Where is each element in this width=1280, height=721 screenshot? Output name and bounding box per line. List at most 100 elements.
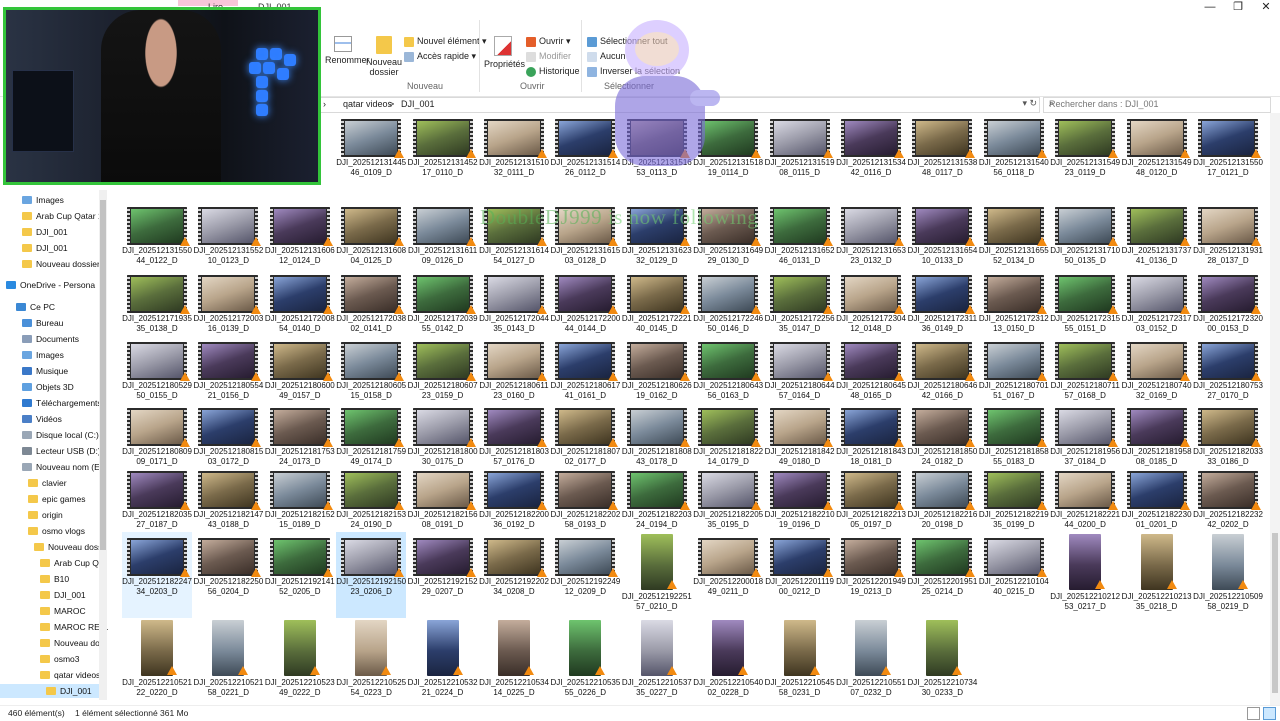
close-button[interactable]: ✕ [1252, 0, 1280, 14]
nav-item[interactable]: Arab Cup Qa [40, 556, 104, 570]
file-item[interactable]: DJI_20251221052554_0223_D [336, 618, 406, 706]
file-item[interactable]: DJI_20251221021335_0218_D [1122, 532, 1192, 620]
nav-item[interactable]: Téléchargements [22, 396, 102, 410]
edit-button[interactable]: Modifier [526, 51, 571, 62]
properties-button[interactable]: Propriétés [484, 36, 525, 69]
nav-item[interactable]: Images [22, 193, 64, 207]
nav-item[interactable]: Lecteur USB (D:) [22, 444, 101, 458]
nav-scrollbar-thumb[interactable] [100, 200, 106, 550]
vlc-icon [180, 237, 190, 246]
file-item[interactable]: DJI_20251221050958_0219_D [1193, 532, 1263, 620]
file-item[interactable]: DJI_20251213154948_0120_D [1122, 113, 1192, 199]
nav-scrollbar[interactable] [99, 190, 107, 700]
nav-item[interactable]: DJI_001 [22, 241, 68, 255]
file-item[interactable]: DJI_20251221052349_0222_D [265, 618, 335, 706]
nav-item[interactable]: DJI_001 [40, 588, 86, 602]
file-item[interactable]: DJI_20251213155017_0121_D [1193, 113, 1263, 199]
nav-item[interactable]: Bureau [22, 316, 63, 330]
nav-item[interactable]: epic games [28, 492, 85, 506]
file-item[interactable]: DJI_20251213151819_0114_D [693, 113, 763, 199]
nav-item[interactable]: MAROC REEL [40, 620, 108, 634]
nav-item[interactable]: DJI_001 [22, 225, 68, 239]
file-item[interactable]: DJI_20251213151032_0111_D [479, 113, 549, 199]
nav-item[interactable]: Nouveau dossi [34, 540, 104, 554]
nav-item[interactable]: Arab Cup Qatar 1 [22, 209, 103, 223]
file-item[interactable]: DJI_20251221053414_0225_D [479, 618, 549, 706]
file-item[interactable]: DJI_20251221052122_0220_D [122, 618, 192, 706]
nav-item[interactable]: Images [22, 348, 64, 362]
select-all-button[interactable]: Sélectionner tout [587, 36, 668, 47]
file-item[interactable]: DJI_20251213151426_0112_D [550, 113, 620, 199]
nav-item[interactable]: qatar videos [40, 668, 100, 682]
file-item[interactable]: DJI_20251219225157_0210_D [622, 532, 692, 620]
file-item[interactable]: DJI_20251221010440_0215_D [979, 532, 1049, 618]
breadcrumb-qatar-videos[interactable]: qatar videos [343, 99, 392, 109]
nav-item[interactable]: Musique [22, 364, 68, 378]
nav-item[interactable]: clavier [28, 476, 67, 490]
details-view-button[interactable] [1247, 707, 1260, 720]
nav-item[interactable]: Documents [22, 332, 79, 346]
file-item[interactable]: DJI_20251221053221_0224_D [408, 618, 478, 706]
nav-item[interactable]: B10 [40, 572, 69, 586]
file-item[interactable]: DJI_20251220195125_0214_D [907, 532, 977, 618]
address-bar[interactable]: › qatar videos > DJI_001 ▾ ↻ [300, 97, 1040, 113]
file-item[interactable]: DJI_20251221054558_0231_D [765, 618, 835, 706]
file-item[interactable]: DJI_20251213153442_0116_D [836, 113, 906, 199]
content-scrollbar[interactable] [1270, 113, 1280, 705]
nav-item[interactable]: Nouveau dos [40, 636, 104, 650]
file-item[interactable]: DJI_20251221053735_0227_D [622, 618, 692, 706]
maximize-button[interactable]: ❐ [1224, 0, 1252, 14]
file-item[interactable]: DJI_20251213153848_0117_D [907, 113, 977, 199]
open-button[interactable]: Ouvrir ▾ [526, 36, 571, 47]
nav-item[interactable]: OneDrive - Persona [6, 278, 95, 292]
nav-item[interactable]: Nouveau dossier ( [22, 257, 105, 271]
file-item[interactable]: DJI_20251219215023_0206_D [336, 532, 407, 618]
file-item[interactable]: DJI_20251220001849_0211_D [693, 532, 763, 618]
file-item[interactable]: DJI_20251213154923_0119_D [1050, 113, 1120, 199]
refresh-icon[interactable]: ▾ ↻ [1022, 98, 1037, 109]
file-item[interactable]: DJI_20251221054002_0228_D [693, 618, 763, 706]
nav-item[interactable]: osmo3 [40, 652, 80, 666]
nav-item[interactable]: Disque local (C:) [22, 428, 99, 442]
file-item[interactable]: DJI_20251213145217_0110_D [408, 113, 478, 199]
nav-item[interactable]: osmo vlogs [28, 524, 85, 538]
file-item[interactable]: DJI_20251213151653_0113_D [622, 113, 692, 199]
select-none-button[interactable]: Aucun [587, 51, 626, 62]
nav-item[interactable]: origin [28, 508, 63, 522]
file-item[interactable]: DJI_20251221052158_0221_D [193, 618, 263, 706]
file-item[interactable]: DJI_20251220111900_0212_D [765, 532, 835, 618]
file-item[interactable]: DJI_20251221021253_0217_D [1050, 532, 1120, 620]
video-frame [1202, 277, 1254, 311]
file-item[interactable]: DJI_20251219220234_0208_D [479, 532, 549, 618]
file-item[interactable]: DJI_20251219215229_0207_D [408, 532, 478, 618]
nav-item[interactable]: DJI_001 [0, 684, 100, 698]
file-item[interactable]: DJI_20251218224734_0203_D [122, 532, 192, 618]
file-item[interactable]: DJI_20251218225056_0204_D [193, 532, 263, 618]
file-item[interactable]: DJI_20251213144546_0109_D [336, 113, 406, 199]
new-folder-button[interactable]: Nouveau dossier [366, 36, 402, 77]
easy-access-button[interactable]: Accès rapide ▾ [404, 51, 476, 62]
file-item[interactable]: DJI_20251221053555_0226_D [550, 618, 620, 706]
nav-item[interactable]: Nouveau nom (E: [22, 460, 102, 474]
file-item[interactable]: DJI_20251221055107_0232_D [836, 618, 906, 706]
file-item[interactable]: DJI_20251213154056_0118_D [979, 113, 1049, 199]
nav-item[interactable]: Ce PC [16, 300, 55, 314]
nav-item[interactable]: Vidéos [22, 412, 62, 426]
large-icons-view-button[interactable] [1263, 707, 1276, 720]
minimize-button[interactable]: — [1196, 0, 1224, 14]
history-button[interactable]: Historique [526, 66, 580, 77]
nav-item[interactable]: Objets 3D [22, 380, 74, 394]
file-item[interactable]: DJI_20251219224912_0209_D [550, 532, 620, 618]
file-item[interactable]: DJI_20251220194919_0213_D [836, 532, 906, 618]
file-item[interactable]: DJI_20251219214152_0205_D [265, 532, 335, 618]
nav-item[interactable]: MAROC [40, 604, 86, 618]
breadcrumb-dji-001[interactable]: DJI_001 [401, 99, 435, 109]
new-item-button[interactable]: Nouvel élément ▾ [404, 36, 487, 47]
file-item[interactable]: DJI_20251213151908_0115_D [765, 113, 835, 199]
content-scrollbar-thumb[interactable] [1272, 533, 1278, 693]
nav-item-label: Nouveau dos [54, 638, 105, 648]
search-box[interactable]: Rechercher dans : DJI_001 ⌕ [1043, 97, 1271, 113]
rename-button[interactable]: Renommer [325, 36, 370, 65]
invert-selection-button[interactable]: Inverser la sélection [587, 66, 680, 77]
file-item[interactable]: DJI_20251221073430_0233_D [907, 618, 977, 706]
